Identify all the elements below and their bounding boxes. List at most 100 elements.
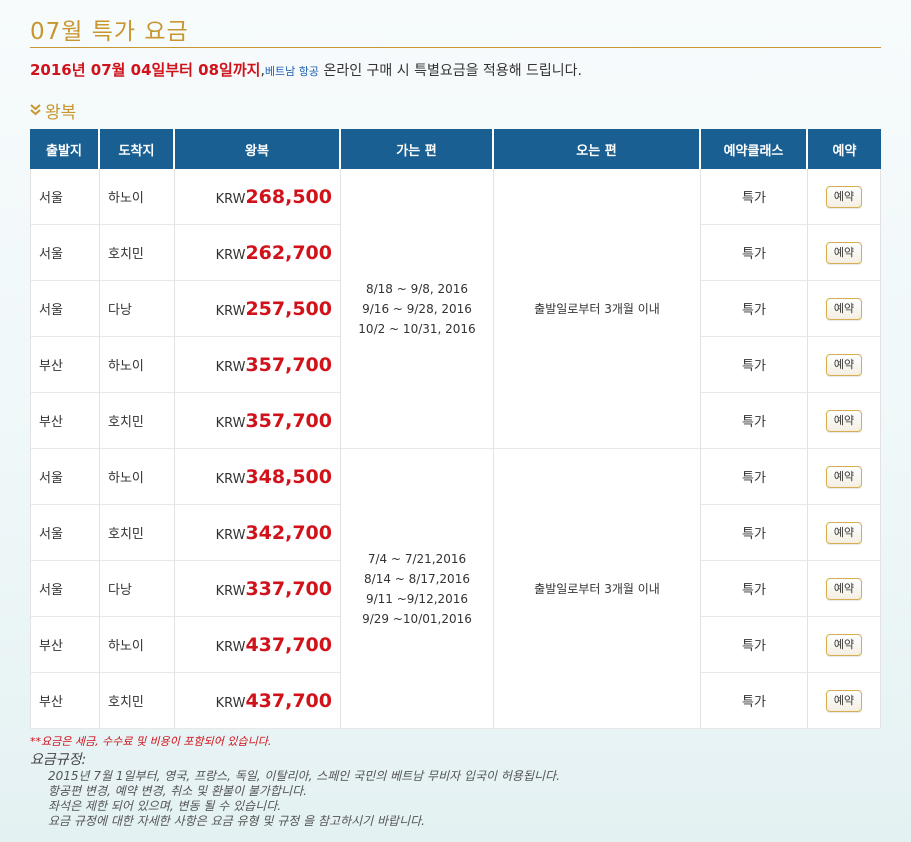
rule-item: 항공편 변경, 예약 변경, 취소 및 환불이 불가합니다. [48, 784, 307, 798]
price-amount: 342,700 [245, 521, 332, 544]
header-outbound: 가는 편 [341, 129, 494, 169]
price-amount: 257,500 [245, 297, 332, 320]
book-button[interactable]: 예약 [826, 689, 862, 712]
origin-cell: 서울 [30, 505, 100, 561]
price-amount: 357,700 [245, 353, 332, 376]
outbound-date-range: 10/2 ~ 10/31, 2016 [358, 321, 476, 336]
booking-class-cell: 특가 [701, 281, 808, 337]
tax-note: **요금은 세금, 수수료 및 비용이 포함되어 있습니다. [30, 735, 272, 748]
book-button[interactable]: 예약 [826, 241, 862, 264]
booking-class-cell: 특가 [701, 617, 808, 673]
double-chevron-down-icon [30, 103, 41, 118]
promo-subtitle: 2016년 07월 04일부터 08일까지,베트남 항공 온라인 구매 시 특별… [30, 59, 582, 80]
book-button[interactable]: 예약 [826, 409, 862, 432]
destination-cell: 호치민 [100, 393, 175, 449]
price-amount: 437,700 [245, 633, 332, 656]
book-button[interactable]: 예약 [826, 353, 862, 376]
book-button[interactable]: 예약 [826, 297, 862, 320]
origin-cell: 서울 [30, 561, 100, 617]
title-divider [30, 47, 881, 48]
destination-cell: 하노이 [100, 449, 175, 505]
price-cell: KRW357,700 [175, 393, 341, 449]
price-cell: KRW357,700 [175, 337, 341, 393]
booking-cell: 예약 [808, 169, 881, 225]
outbound-date-range: 9/29 ~10/01,2016 [362, 611, 472, 626]
price-amount: 437,700 [245, 689, 332, 712]
price-cell: KRW257,500 [175, 281, 341, 337]
booking-class-cell: 특가 [701, 673, 808, 729]
fare-notes: **요금은 세금, 수수료 및 비용이 포함되어 있습니다. 요금규정: 201… [30, 733, 560, 829]
currency-label: KRW [215, 527, 246, 543]
header-booking-class: 예약클래스 [701, 129, 808, 169]
booking-cell: 예약 [808, 337, 881, 393]
booking-class-cell: 특가 [701, 337, 808, 393]
booking-cell: 예약 [808, 281, 881, 337]
booking-cell: 예약 [808, 225, 881, 281]
return-period-cell: 출발일로부터 3개월 이내 [494, 449, 701, 729]
origin-cell: 서울 [30, 449, 100, 505]
rule-item: 좌석은 제한 되어 있으며, 변동 될 수 있습니다. [48, 799, 282, 813]
destination-cell: 호치민 [100, 673, 175, 729]
price-amount: 337,700 [245, 577, 332, 600]
currency-label: KRW [215, 639, 246, 655]
price-cell: KRW437,700 [175, 673, 341, 729]
currency-label: KRW [215, 247, 246, 263]
promo-period: 2016년 07월 04일부터 08일까지 [30, 61, 261, 79]
price-cell: KRW337,700 [175, 561, 341, 617]
fare-table-body: 서울 하노이 KRW268,500 8/18 ~ 9/8, 2016 9/16 ~ 9/… [30, 169, 881, 729]
price-cell: KRW437,700 [175, 617, 341, 673]
destination-cell: 하노이 [100, 617, 175, 673]
book-button[interactable]: 예약 [826, 577, 862, 600]
currency-label: KRW [215, 359, 246, 375]
table-row: 서울 하노이 KRW268,500 8/18 ~ 9/8, 2016 9/16 ~ 9/… [30, 169, 881, 449]
destination-cell: 다낭 [100, 281, 175, 337]
header-booking: 예약 [808, 129, 881, 169]
booking-cell: 예약 [808, 393, 881, 449]
outbound-date-range: 8/18 ~ 9/8, 2016 [365, 281, 469, 296]
origin-cell: 부산 [30, 673, 100, 729]
destination-cell: 하노이 [100, 169, 175, 225]
booking-class-cell: 특가 [701, 449, 808, 505]
book-button[interactable]: 예약 [826, 185, 862, 208]
outbound-date-range: 9/16 ~ 9/28, 2016 [362, 301, 472, 316]
booking-cell: 예약 [808, 505, 881, 561]
section-heading-roundtrip: 왕복 [30, 98, 76, 123]
outbound-date-range: 7/4 ~ 7/21,2016 [367, 551, 467, 566]
book-button[interactable]: 예약 [826, 633, 862, 656]
destination-cell: 호치민 [100, 505, 175, 561]
fare-table: 출발지 도착지 왕복 가는 편 오는 편 예약클래스 예약 서울 하노이 KRW26… [30, 129, 881, 729]
outbound-dates-cell: 8/18 ~ 9/8, 2016 9/16 ~ 9/28, 2016 10/2 ~ … [341, 169, 494, 449]
booking-cell: 예약 [808, 673, 881, 729]
airline-link[interactable]: 베트남 항공 [265, 65, 319, 78]
rules-title: 요금규정: [30, 752, 87, 768]
book-button[interactable]: 예약 [826, 521, 862, 544]
origin-cell: 부산 [30, 617, 100, 673]
outbound-date-range: 9/11 ~9/12,2016 [365, 591, 469, 606]
table-header-row: 출발지 도착지 왕복 가는 편 오는 편 예약클래스 예약 [30, 129, 881, 169]
header-origin: 출발지 [30, 129, 100, 169]
destination-cell: 다낭 [100, 561, 175, 617]
price-cell: KRW262,700 [175, 225, 341, 281]
booking-class-cell: 특가 [701, 561, 808, 617]
price-cell: KRW342,700 [175, 505, 341, 561]
header-destination: 도착지 [100, 129, 175, 169]
rule-item: 2015년 7월 1일부터, 영국, 프랑스, 독일, 이탈리아, 스페인 국민… [48, 769, 560, 783]
origin-cell: 부산 [30, 337, 100, 393]
booking-class-cell: 특가 [701, 505, 808, 561]
return-period-cell: 출발일로부터 3개월 이내 [494, 169, 701, 449]
currency-label: KRW [215, 303, 246, 319]
outbound-dates-cell: 7/4 ~ 7/21,2016 8/14 ~ 8/17,2016 9/11 ~9/1… [341, 449, 494, 729]
currency-label: KRW [215, 471, 246, 487]
promo-message: 온라인 구매 시 특별요금을 적용해 드립니다. [319, 63, 582, 79]
booking-cell: 예약 [808, 561, 881, 617]
currency-label: KRW [215, 583, 246, 599]
booking-cell: 예약 [808, 617, 881, 673]
currency-label: KRW [215, 415, 246, 431]
origin-cell: 서울 [30, 169, 100, 225]
header-return: 오는 편 [494, 129, 701, 169]
outbound-date-range: 8/14 ~ 8/17,2016 [364, 571, 470, 586]
book-button[interactable]: 예약 [826, 465, 862, 488]
price-amount: 348,500 [245, 465, 332, 488]
currency-label: KRW [215, 695, 246, 711]
price-amount: 262,700 [245, 241, 332, 264]
